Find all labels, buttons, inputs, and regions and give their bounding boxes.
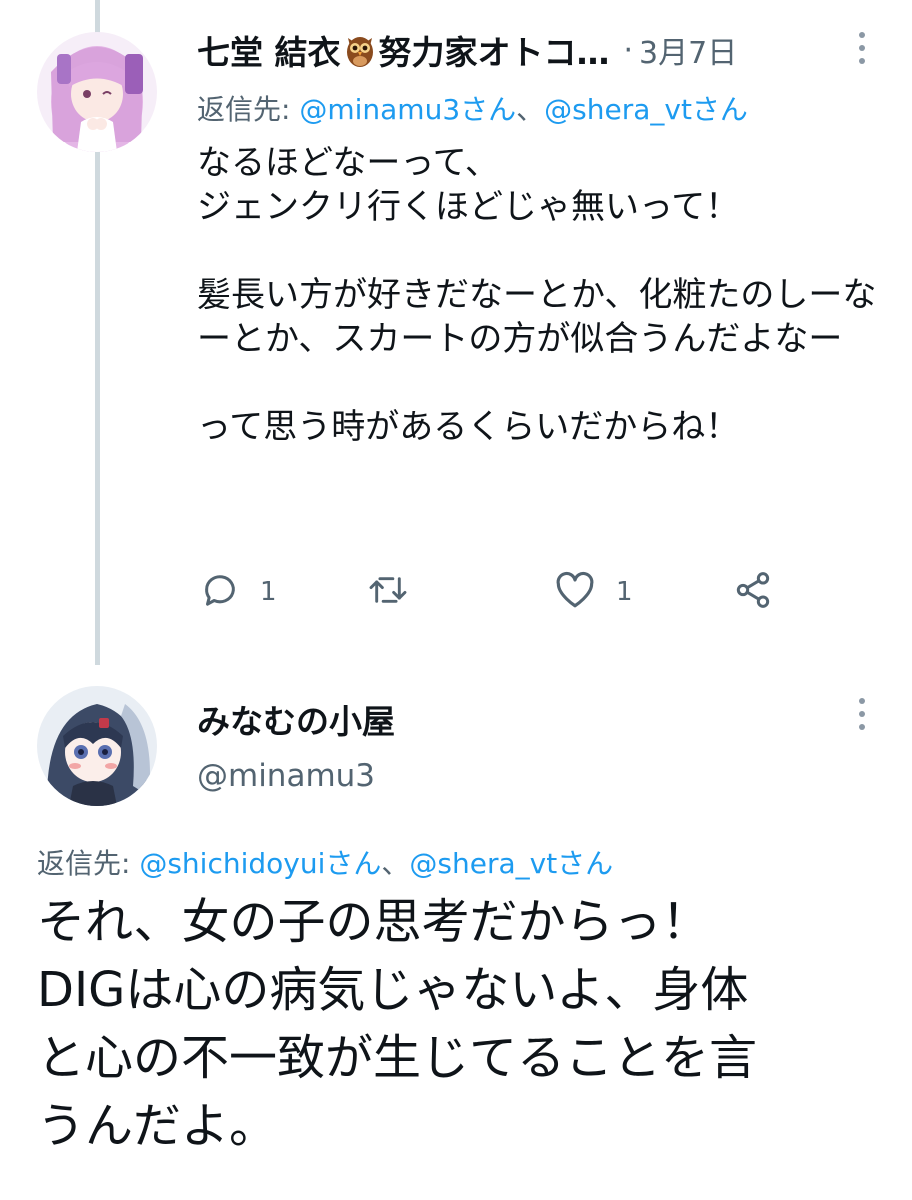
tweet-text: それ、女の子の思考だからっ！ DIGは心の病気じゃないよ、身体 と心の不一致が生… xyxy=(37,888,897,1160)
reply-mention-link[interactable]: @shera_vtさん xyxy=(409,847,613,880)
retweet-icon xyxy=(367,570,409,614)
reply-to-label: 返信先: xyxy=(37,847,140,880)
retweet-button[interactable] xyxy=(367,570,409,614)
avatar[interactable] xyxy=(37,32,157,152)
reply-mention-link[interactable]: @shichidoyuiさん xyxy=(139,847,381,880)
tweet-paragraph: って思う時があるくらいだからね！ xyxy=(197,407,740,447)
share-icon xyxy=(733,570,773,614)
like-count: 1 xyxy=(616,577,633,607)
reply-joiner: 、 xyxy=(516,93,545,126)
owl-emoji-icon xyxy=(345,32,375,68)
like-icon xyxy=(554,570,596,614)
header-separator: · xyxy=(623,32,634,68)
share-button[interactable] xyxy=(733,570,773,614)
tweet-line: と心の不一致が生じてることを言 xyxy=(37,1030,758,1086)
tweet-date[interactable]: 3月7日 xyxy=(639,28,737,72)
tweet-action-bar: 1 1 xyxy=(197,570,837,620)
display-name[interactable]: みなむの小屋 xyxy=(197,695,395,743)
reply-icon xyxy=(200,570,240,614)
reply-mention-link[interactable]: @shera_vtさん xyxy=(544,93,748,126)
reply-mention-link[interactable]: @minamu3さん xyxy=(299,93,516,126)
like-button[interactable]: 1 xyxy=(554,570,633,614)
reply-joiner: 、 xyxy=(381,847,410,880)
tweet-header: 七堂 結衣 努力家オトコ… · 3月7日 xyxy=(197,22,847,78)
display-name[interactable]: 七堂 結衣 xyxy=(197,26,341,74)
tweet-text: なるほどなーって、 ジェンクリ行くほどじゃ無いって！ 髪長い方が好きだなーとか、… xyxy=(197,141,887,449)
reply-to-line: 返信先: @shichidoyuiさん、@shera_vtさん xyxy=(37,842,613,882)
avatar[interactable] xyxy=(37,686,157,806)
tweet-paragraph: 髪長い方が好きだなーとか、化粧たのしーなーとか、スカートの方が似合うんだよなー xyxy=(197,275,877,359)
reply-button[interactable]: 1 xyxy=(200,570,277,614)
tweet-line: DIGは心の病気じゃないよ、身体 xyxy=(37,962,749,1018)
reply-to-line: 返信先: @minamu3さん、@shera_vtさん xyxy=(197,88,748,128)
reply-to-label: 返信先: xyxy=(197,93,300,126)
tweet-paragraph: なるほどなーって、 ジェンクリ行くほどじゃ無いって！ xyxy=(197,143,740,227)
more-options-icon[interactable] xyxy=(859,32,865,64)
user-handle[interactable]: @minamu3 xyxy=(197,758,375,794)
display-name-suffix[interactable]: 努力家オトコ… xyxy=(379,26,610,74)
tweet-line: うんだよ。 xyxy=(37,1098,278,1154)
reply-count: 1 xyxy=(260,577,277,607)
tweet-line: それ、女の子の思考だからっ！ xyxy=(37,894,710,950)
more-options-icon[interactable] xyxy=(859,698,865,730)
